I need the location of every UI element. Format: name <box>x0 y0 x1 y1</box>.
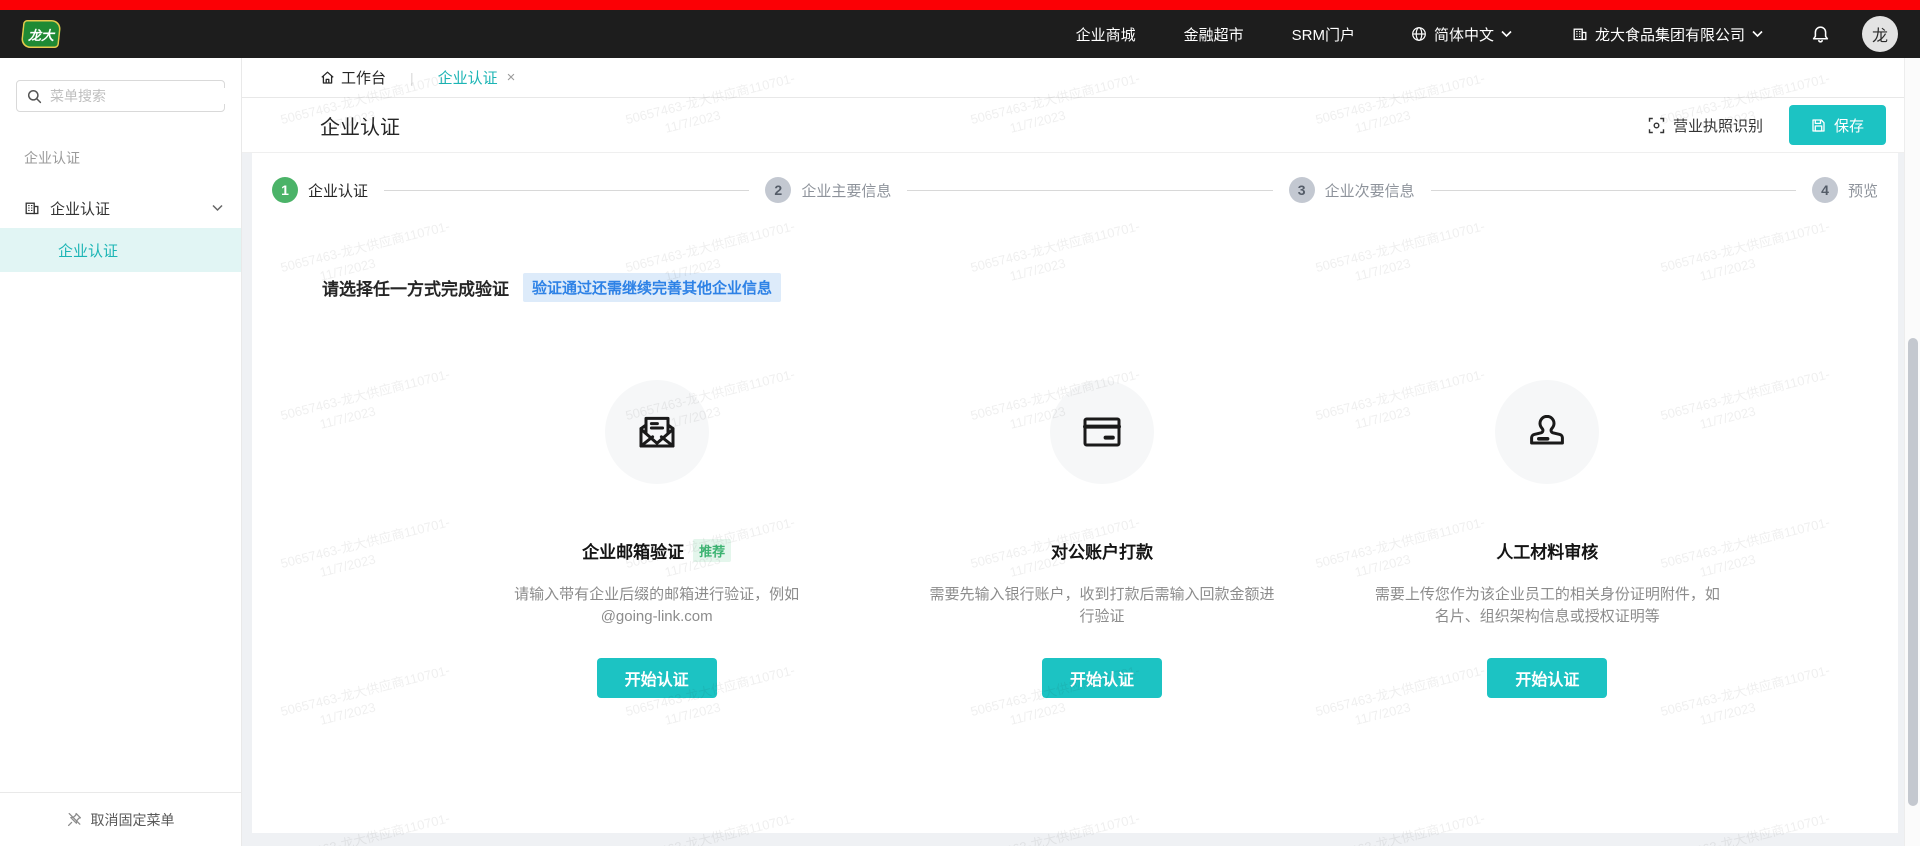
start-cert-manual-button[interactable]: 开始认证 <box>1487 658 1607 698</box>
menu-search-box <box>16 80 225 112</box>
chevron-down-icon <box>1752 30 1763 38</box>
notification-bell-icon[interactable] <box>1811 25 1830 44</box>
tab-enterprise-cert-label: 企业认证 <box>438 67 498 88</box>
step-2: 2 企业主要信息 <box>765 177 891 203</box>
step-4: 4 预览 <box>1812 177 1878 203</box>
content-area: 1 企业认证 2 企业主要信息 3 企业次要信息 4 <box>242 153 1920 846</box>
step-2-label: 企业主要信息 <box>801 180 891 201</box>
unpin-menu-button[interactable]: 取消固定菜单 <box>0 792 241 846</box>
scrollbar-thumb[interactable] <box>1908 338 1918 806</box>
business-license-ocr-label: 营业执照识别 <box>1673 115 1763 136</box>
save-disk-icon <box>1811 118 1826 133</box>
search-icon <box>27 89 42 104</box>
sidebar-parent-label: 企业认证 <box>50 198 110 219</box>
method-card-email: 企业邮箱验证 推荐 请输入带有企业后缀的邮箱进行验证，例如 @going-lin… <box>434 380 879 698</box>
building-icon <box>1572 26 1588 42</box>
open-email-icon <box>605 380 709 484</box>
method-email-desc: 请输入带有企业后缀的邮箱进行验证，例如 @going-link.com <box>484 584 829 628</box>
step-3-circle: 3 <box>1289 177 1315 203</box>
step-1: 1 企业认证 <box>272 177 368 203</box>
sidebar-item-enterprise-cert-parent[interactable]: 企业认证 <box>0 188 241 228</box>
unpin-menu-label: 取消固定菜单 <box>91 810 175 830</box>
method-card-manual: 人工材料审核 需要上传您作为该企业员工的相关身份证明附件，如名片、组织架构信息或… <box>1325 380 1770 698</box>
home-icon <box>320 70 335 85</box>
step-1-label: 企业认证 <box>308 180 368 201</box>
nav-finance-market[interactable]: 金融超市 <box>1184 24 1244 45</box>
method-email-title: 企业邮箱验证 <box>582 538 684 563</box>
business-license-ocr-button[interactable]: 营业执照识别 <box>1648 115 1763 136</box>
tab-workbench[interactable]: 工作台 <box>320 67 386 88</box>
save-button[interactable]: 保存 <box>1789 105 1886 145</box>
save-label: 保存 <box>1834 115 1864 136</box>
nav-enterprise-mall[interactable]: 企业商城 <box>1076 24 1136 45</box>
step-3-label: 企业次要信息 <box>1325 180 1415 201</box>
tab-divider: | <box>410 70 414 86</box>
method-bank-title: 对公账户打款 <box>1051 538 1153 563</box>
company-name: 龙大食品集团有限公司 <box>1595 24 1745 45</box>
menu-group-label: 企业认证 <box>24 148 241 168</box>
step-connector <box>384 190 749 191</box>
start-cert-email-button[interactable]: 开始认证 <box>597 658 717 698</box>
language-selector[interactable]: 简体中文 <box>1411 24 1512 45</box>
chevron-down-icon <box>1501 30 1512 38</box>
step-connector <box>1431 190 1796 191</box>
step-4-circle: 4 <box>1812 177 1838 203</box>
step-connector <box>907 190 1272 191</box>
stepper: 1 企业认证 2 企业主要信息 3 企业次要信息 4 <box>252 177 1898 203</box>
menu-search-input[interactable] <box>50 88 231 104</box>
certification-panel: 1 企业认证 2 企业主要信息 3 企业次要信息 4 <box>252 153 1898 833</box>
brand-logo-text: 龙大 <box>28 25 54 44</box>
company-selector[interactable]: 龙大食品集团有限公司 <box>1572 24 1763 45</box>
brand-logo[interactable]: 龙大 <box>21 20 62 48</box>
stamp-icon <box>1495 380 1599 484</box>
step-3: 3 企业次要信息 <box>1289 177 1415 203</box>
tab-close-icon[interactable]: × <box>507 69 516 86</box>
verification-heading: 请选择任一方式完成验证 <box>322 275 509 300</box>
method-bank-desc: 需要先输入银行账户，收到打款后需输入回款金额进行验证 <box>929 584 1274 628</box>
globe-icon <box>1411 26 1427 42</box>
scan-icon <box>1648 117 1665 134</box>
chevron-down-icon <box>212 204 223 212</box>
start-cert-bank-button[interactable]: 开始认证 <box>1042 658 1162 698</box>
method-manual-title: 人工材料审核 <box>1496 538 1598 563</box>
recommended-badge: 推荐 <box>693 539 731 562</box>
pin-slash-icon <box>67 812 82 827</box>
tab-bar: 工作台 | 企业认证 × <box>242 58 1920 98</box>
title-bar: 企业认证 营业执照识别 <box>242 98 1920 153</box>
tab-enterprise-cert[interactable]: 企业认证 × <box>438 67 516 88</box>
top-accent-bar <box>0 0 1920 10</box>
method-manual-desc: 需要上传您作为该企业员工的相关身份证明附件，如名片、组织架构信息或授权证明等 <box>1375 584 1720 628</box>
verification-methods: 企业邮箱验证 推荐 请输入带有企业后缀的邮箱进行验证，例如 @going-lin… <box>434 380 1770 698</box>
verification-notice: 验证通过还需继续完善其他企业信息 <box>523 273 781 302</box>
page-title: 企业认证 <box>320 111 400 140</box>
step-4-label: 预览 <box>1848 180 1878 201</box>
sidebar: 企业认证 企业认证 企业认证 取消固定菜 <box>0 58 242 846</box>
sidebar-item-enterprise-cert[interactable]: 企业认证 <box>0 228 241 272</box>
scrollbar-track[interactable] <box>1904 58 1920 846</box>
language-label: 简体中文 <box>1434 24 1494 45</box>
bank-card-icon <box>1050 380 1154 484</box>
building-icon <box>24 200 40 216</box>
step-2-circle: 2 <box>765 177 791 203</box>
main-area: 工作台 | 企业认证 × 企业认证 营业执照识别 <box>242 58 1920 846</box>
header-nav: 企业商城 金融超市 SRM门户 简体中文 龙大食品集团有限公司 <box>1028 16 1898 52</box>
tab-workbench-label: 工作台 <box>341 67 386 88</box>
method-card-bank: 对公账户打款 需要先输入银行账户，收到打款后需输入回款金额进行验证 开始认证 <box>879 380 1324 698</box>
app-header: 龙大 企业商城 金融超市 SRM门户 简体中文 龙大食品集团有限公司 <box>0 10 1920 58</box>
nav-srm-portal[interactable]: SRM门户 <box>1292 24 1355 45</box>
user-avatar[interactable]: 龙 <box>1862 16 1898 52</box>
step-1-circle: 1 <box>272 177 298 203</box>
